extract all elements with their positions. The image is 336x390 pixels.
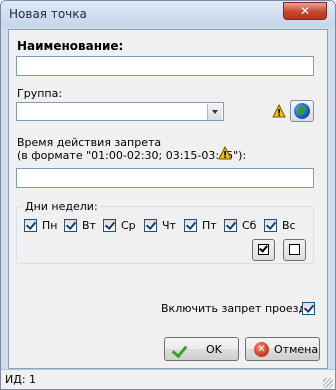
day-label: Пт [202, 219, 217, 232]
warning-icon [218, 146, 232, 160]
checkbox-icon [64, 219, 77, 232]
ok-label: OK [206, 343, 222, 356]
day-label: Пн [42, 219, 58, 232]
checkmark-icon [171, 341, 188, 359]
day-checkbox-thu[interactable]: Чт [144, 218, 176, 234]
clear-all-days-button[interactable] [283, 239, 306, 261]
checkbox-icon [302, 302, 315, 315]
day-label: Сб [242, 219, 257, 232]
weekdays-group: Дни недели: Пн Вт Ср Чт Пт Сб Вс [16, 200, 314, 264]
checkbox-icon [184, 219, 197, 232]
ok-button[interactable]: OK [164, 337, 239, 361]
map-button[interactable] [290, 100, 314, 122]
name-input[interactable] [16, 56, 314, 76]
dialog-body: Наименование: Группа: Время действия зап… [8, 29, 328, 369]
checkbox-icon [103, 219, 116, 232]
day-label: Вт [82, 219, 96, 232]
warning-icon [272, 104, 286, 118]
day-label: Ср [121, 219, 136, 232]
time-label-line2: (в формате "01:00-02:30; 03:15-03:45"): [17, 149, 247, 162]
group-label: Группа: [17, 87, 63, 100]
chevron-down-icon[interactable] [207, 104, 222, 120]
day-checkbox-tue[interactable]: Вт [64, 218, 96, 234]
empty-box-icon [289, 244, 300, 255]
status-bar: ИД: 1 [1, 369, 335, 389]
checkbox-icon [224, 219, 237, 232]
cancel-label: Отмена [274, 343, 319, 356]
day-checkbox-wed[interactable]: Ср [103, 218, 136, 234]
group-select[interactable] [16, 102, 224, 121]
dialog-window: Новая точка ✕ Наименование: Группа: Врем… [0, 0, 336, 390]
globe-icon [294, 103, 310, 119]
select-all-days-button[interactable] [252, 239, 275, 261]
cancel-icon: ✕ [254, 342, 269, 357]
day-checkbox-fri[interactable]: Пт [184, 218, 217, 234]
checkbox-icon [24, 219, 37, 232]
day-label: Чт [162, 219, 176, 232]
day-label: Вс [282, 219, 296, 232]
checkbox-icon [264, 219, 277, 232]
window-title: Новая точка [9, 7, 87, 21]
day-checkbox-sat[interactable]: Сб [224, 218, 256, 234]
resize-grip-icon[interactable] [323, 378, 333, 388]
day-checkbox-sun[interactable]: Вс [264, 218, 296, 234]
checked-box-icon [258, 244, 269, 255]
time-input[interactable] [16, 168, 314, 188]
title-bar[interactable]: Новая точка ✕ [1, 1, 335, 27]
checkbox-icon [144, 219, 157, 232]
close-icon: ✕ [299, 4, 311, 18]
weekdays-title: Дни недели: [23, 200, 100, 213]
cancel-button[interactable]: ✕ Отмена [245, 337, 320, 361]
day-checkbox-mon[interactable]: Пн [24, 218, 58, 234]
close-button[interactable]: ✕ [283, 2, 327, 20]
name-label: Наименование: [17, 39, 124, 53]
enable-ban-checkbox[interactable] [302, 301, 316, 317]
time-label-line1: Время действия запрета [17, 136, 162, 149]
id-status: ИД: 1 [5, 373, 37, 386]
enable-ban-label: Включить запрет проезда [161, 302, 313, 315]
